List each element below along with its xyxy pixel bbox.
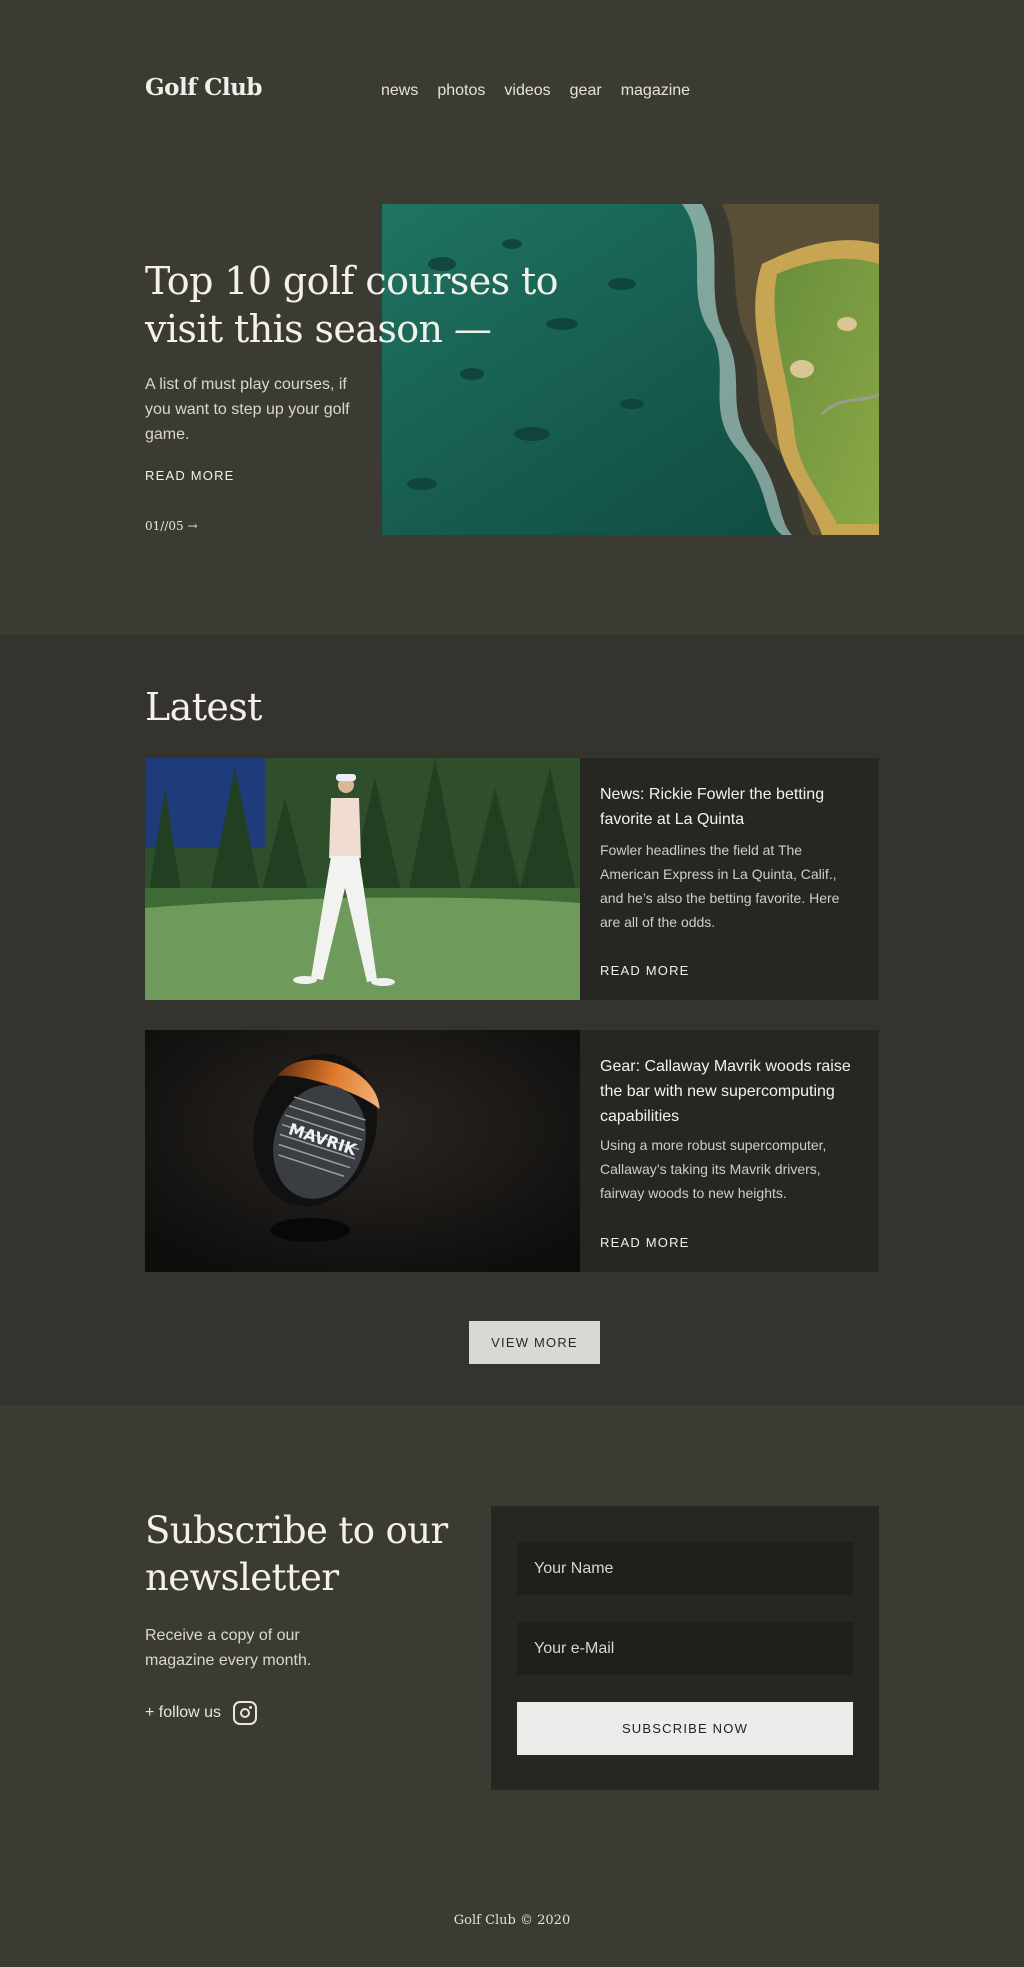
- hero-section: Top 10 golf courses to visit this season…: [0, 155, 1024, 635]
- article-image-golfer[interactable]: [145, 758, 580, 1000]
- nav-item-photos[interactable]: photos: [437, 82, 485, 100]
- follow-us[interactable]: + follow us: [145, 1701, 258, 1725]
- name-input[interactable]: [517, 1542, 853, 1595]
- hero-read-more-link[interactable]: READ MORE: [145, 468, 235, 483]
- hero-image-coastal-golf-course[interactable]: [382, 204, 879, 535]
- main-nav: news photos videos gear magazine: [381, 82, 690, 100]
- nav-item-news[interactable]: news: [381, 82, 418, 100]
- article-body: Gear: Callaway Mavrik woods raise the ba…: [580, 1030, 879, 1272]
- nav-item-magazine[interactable]: magazine: [621, 82, 690, 100]
- latest-heading: Latest: [145, 685, 262, 729]
- article-card[interactable]: News: Rickie Fowler the betting favorite…: [145, 758, 879, 1000]
- hero-title: Top 10 golf courses to visit this season…: [145, 259, 559, 351]
- site-footer: Golf Club © 2020: [0, 1865, 1024, 1967]
- article-excerpt: Fowler headlines the field at The Americ…: [600, 842, 840, 930]
- latest-section: Latest News: Rickie Fowler the betting f…: [0, 635, 1024, 1405]
- instagram-icon[interactable]: [233, 1701, 258, 1725]
- site-header: Golf Club news photos videos gear magazi…: [0, 0, 1024, 155]
- subscribe-button[interactable]: SUBSCRIBE NOW: [517, 1702, 853, 1755]
- newsletter-heading: Subscribe to our newsletter: [145, 1509, 448, 1599]
- article-image-driver-club[interactable]: MAVRIK: [145, 1030, 580, 1272]
- email-input[interactable]: [517, 1622, 853, 1675]
- newsletter-section: Subscribe to our newsletter Receive a co…: [0, 1405, 1024, 1865]
- newsletter-form: SUBSCRIBE NOW: [491, 1506, 879, 1790]
- article-card[interactable]: MAVRIK Gear: Callaway Mavrik woods raise…: [145, 1030, 879, 1272]
- article-title[interactable]: Gear: Callaway Mavrik woods raise the ba…: [600, 1054, 859, 1129]
- site-logo[interactable]: Golf Club: [145, 74, 262, 101]
- footer-copyright: Golf Club © 2020: [453, 1913, 571, 1928]
- nav-item-videos[interactable]: videos: [504, 82, 550, 100]
- article-read-more-link[interactable]: READ MORE: [600, 963, 690, 978]
- nav-item-gear[interactable]: gear: [570, 82, 602, 100]
- view-more-button[interactable]: VIEW MORE: [469, 1321, 600, 1364]
- article-body: News: Rickie Fowler the betting favorite…: [580, 758, 879, 1000]
- hero-description: A list of must play courses, if you want…: [145, 376, 350, 443]
- article-title[interactable]: News: Rickie Fowler the betting favorite…: [600, 782, 859, 832]
- follow-us-label[interactable]: + follow us: [145, 1704, 221, 1722]
- newsletter-description: Receive a copy of our magazine every mon…: [145, 1627, 312, 1669]
- hero-pager[interactable]: 01//05 →: [145, 519, 198, 533]
- article-excerpt: Using a more robust supercomputer, Calla…: [600, 1137, 827, 1201]
- article-read-more-link[interactable]: READ MORE: [600, 1235, 690, 1250]
